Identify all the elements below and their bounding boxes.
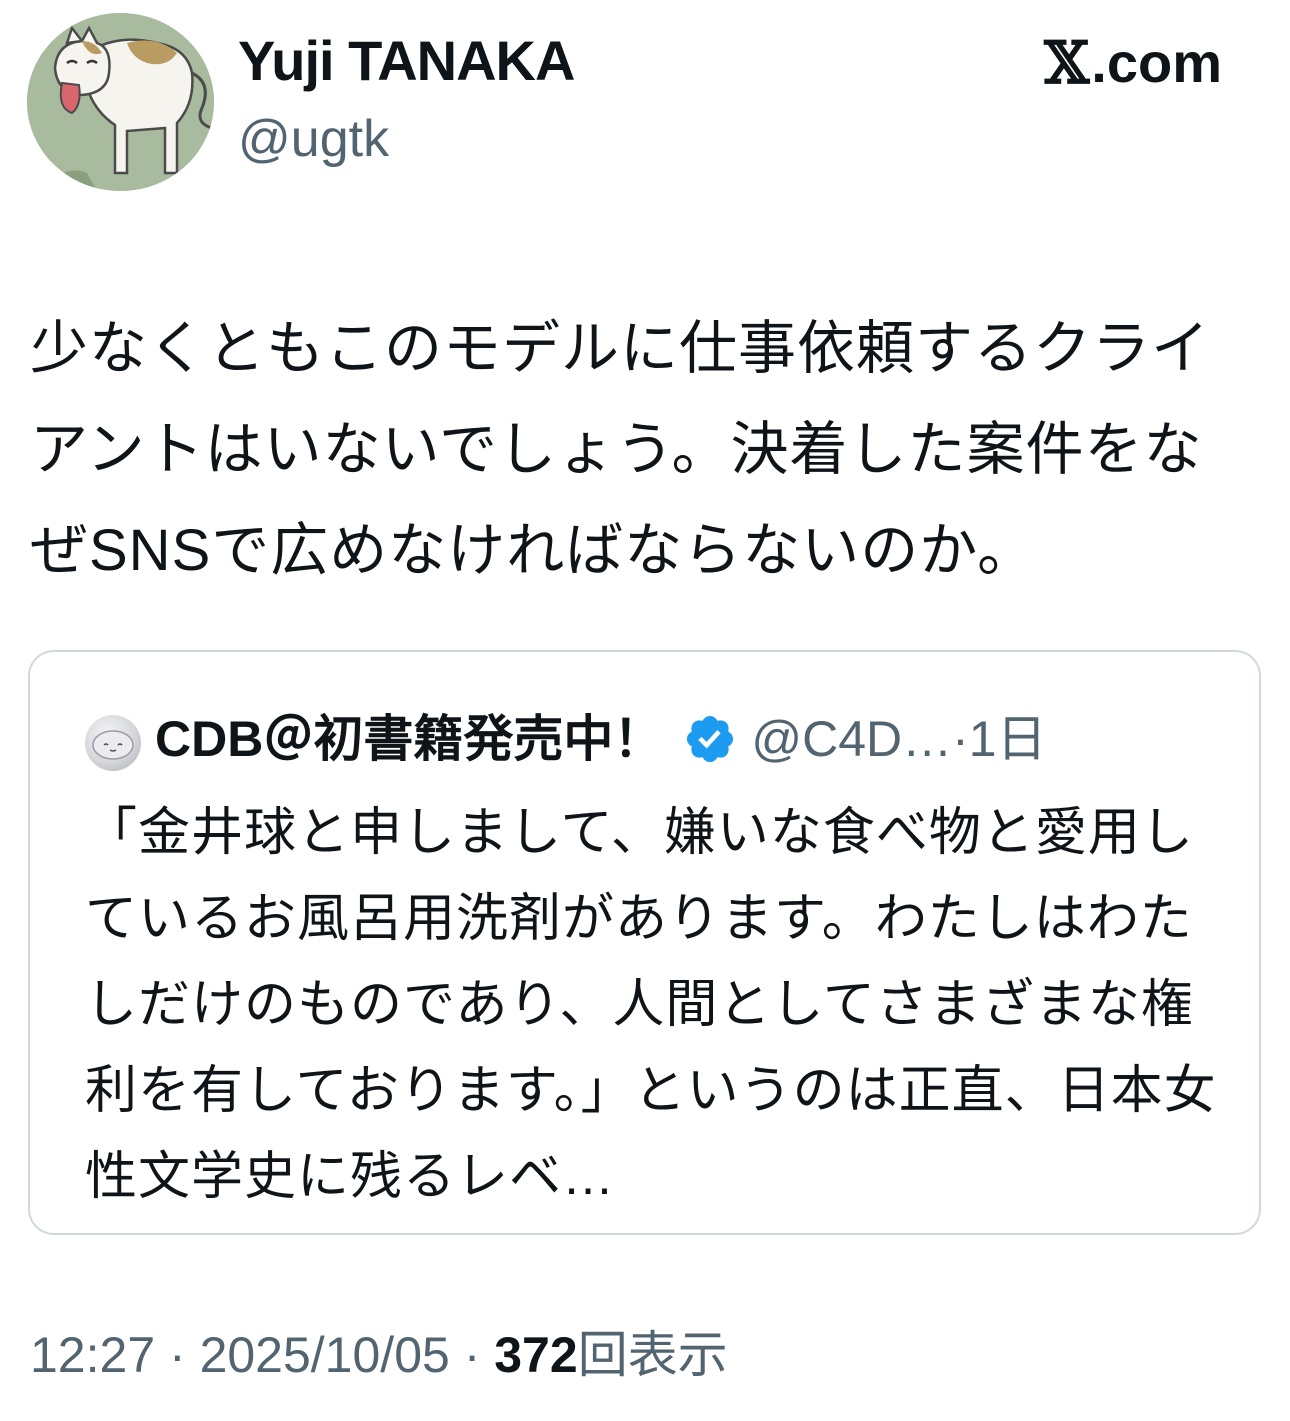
quote-header: CDB＠初書籍発売中！ @C4D… · 1日 [155,704,1209,774]
site-brand: 𝕏 .com [1044,30,1222,96]
view-count: 372 [494,1327,578,1383]
quote-author-avatar[interactable] [85,715,141,771]
quote-text: 「金井球と申しまして、嫌いな食べ物と愛用しているお風呂用洗剤があります。わたしは… [85,804,1217,1206]
meta-separator: · [449,1327,495,1383]
meta-separator: · [155,1327,200,1383]
view-count-label: 回表示 [577,1327,728,1383]
tweet-text: 少なくともこのモデルに仕事依頼するクライアントはいないでしょう。決着した案件をな… [30,316,1211,583]
author-avatar[interactable] [27,13,214,191]
tweet-time[interactable]: 12:27 [30,1327,155,1383]
quote-author-name[interactable]: CDB＠初書籍発売中！ [155,704,663,774]
quote-timestamp[interactable]: 1日 [969,704,1047,774]
blob-avatar-icon [92,730,134,760]
author-display-name[interactable]: Yuji TANAKA [238,28,575,94]
site-brand-text: .com [1091,31,1222,94]
tweet-meta: 12:27 · 2025/10/05 · 372回表示 [30,1322,728,1388]
cat-avatar-icon [27,13,214,191]
quote-author-handle[interactable]: @C4D… [751,704,952,774]
author-handle[interactable]: @ugtk [238,108,389,170]
quoted-tweet-card[interactable]: CDB＠初書籍発売中！ @C4D… · 1日 「金井球と申しまして、嫌いな食べ物… [28,650,1261,1235]
verified-badge-icon [687,715,734,763]
x-logo-icon: 𝕏 [1044,29,1090,97]
tweet-date[interactable]: 2025/10/05 [200,1327,450,1383]
quote-separator: · [952,711,969,767]
